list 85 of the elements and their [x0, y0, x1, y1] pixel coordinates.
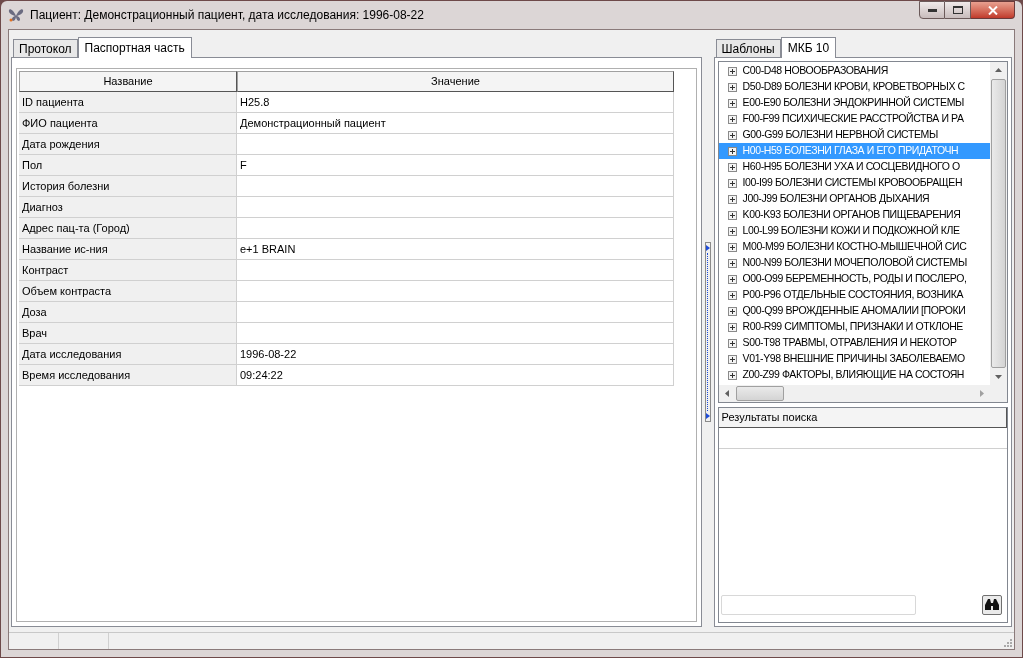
- expand-icon[interactable]: [727, 98, 737, 108]
- minimize-icon: [927, 8, 937, 12]
- close-button[interactable]: [971, 1, 1015, 19]
- table-cell: Демонстрационный пациент: [237, 113, 674, 134]
- row-label: Дата рождения: [19, 134, 237, 155]
- arrow-right-icon: [705, 244, 710, 251]
- row-label: Контраст: [19, 260, 237, 281]
- expand-icon[interactable]: [727, 338, 737, 348]
- tree-item[interactable]: Q00-Q99 ВРОЖДЕННЫЕ АНОМАЛИИ [ПОРОКИ: [718, 303, 990, 319]
- horizontal-scrollbar[interactable]: [718, 385, 1007, 402]
- expand-icon[interactable]: [727, 354, 737, 364]
- tree-item[interactable]: V01-Y98 ВНЕШНИЕ ПРИЧИНЫ ЗАБОЛЕВАЕМО: [718, 351, 990, 367]
- tree-item[interactable]: C00-D48 НОВООБРАЗОВАНИЯ: [718, 63, 990, 79]
- arrow-right-icon: [705, 412, 710, 419]
- expand-icon[interactable]: [727, 306, 737, 316]
- expand-icon[interactable]: [727, 82, 737, 92]
- row-label: ID пациента: [19, 92, 237, 113]
- tree-item[interactable]: G00-G99 БОЛЕЗНИ НЕРВНОЙ СИСТЕМЫ: [718, 127, 990, 143]
- expand-icon[interactable]: [727, 242, 737, 252]
- tree-item[interactable]: O00-O99 БЕРЕМЕННОСТЬ, РОДЫ И ПОСЛЕРО,: [718, 271, 990, 287]
- binoculars-icon: [984, 598, 1000, 612]
- search-field[interactable]: [720, 595, 916, 615]
- row-label: Дата исследования: [19, 344, 237, 365]
- tree-item[interactable]: N00-N99 БОЛЕЗНИ МОЧЕПОЛОВОЙ СИСТЕМЫ: [718, 255, 990, 271]
- table-cell: e+1 BRAIN: [237, 239, 674, 260]
- expand-icon[interactable]: [727, 322, 737, 332]
- tab[interactable]: МКБ 10: [780, 37, 837, 58]
- maximize-button[interactable]: [945, 1, 971, 19]
- expand-icon[interactable]: [727, 162, 737, 172]
- row-label: Объем контраста: [19, 281, 237, 302]
- table-cell: F: [237, 155, 674, 176]
- expand-icon[interactable]: [727, 226, 737, 236]
- expand-icon[interactable]: [727, 66, 737, 76]
- expand-icon[interactable]: [727, 274, 737, 284]
- tree-item[interactable]: Z00-Z99 ФАКТОРЫ, ВЛИЯЮЩИЕ НА СОСТОЯН: [718, 367, 990, 383]
- expand-icon[interactable]: [727, 370, 737, 380]
- table-cell: 09:24:22: [237, 365, 674, 386]
- search-button[interactable]: [982, 595, 1002, 615]
- row-label: Название ис-ния: [19, 239, 237, 260]
- tree-item[interactable]: M00-M99 БОЛЕЗНИ КОСТНО-МЫШЕЧНОЙ СИС: [718, 239, 990, 255]
- tree-item[interactable]: H60-H95 БОЛЕЗНИ УХА И СОСЦЕВИДНОГО О: [718, 159, 990, 175]
- expand-icon[interactable]: [727, 178, 737, 188]
- column-header[interactable]: Значение: [237, 71, 674, 92]
- tree-item[interactable]: R00-R99 СИМПТОМЫ, ПРИЗНАКИ И ОТКЛОНЕ: [718, 319, 990, 335]
- tab[interactable]: Протокол: [13, 39, 78, 57]
- close-icon: [987, 5, 998, 15]
- scrollbar-thumb[interactable]: [991, 79, 1006, 368]
- tree-item[interactable]: L00-L99 БОЛЕЗНИ КОЖИ И ПОДКОЖНОЙ КЛЕ: [718, 223, 990, 239]
- expand-icon[interactable]: [727, 130, 737, 140]
- maximize-icon: [952, 6, 963, 14]
- tree-item[interactable]: F00-F99 ПСИХИЧЕСКИЕ РАССТРОЙСТВА И РА: [718, 111, 990, 127]
- row-label: История болезни: [19, 176, 237, 197]
- scrollbar-thumb[interactable]: [735, 386, 784, 401]
- resize-grip-icon[interactable]: [1002, 637, 1012, 647]
- row-label: Время исследования: [19, 365, 237, 386]
- tree-item[interactable]: J00-J99 БОЛЕЗНИ ОРГАНОВ ДЫХАНИЯ: [718, 191, 990, 207]
- tree-item[interactable]: I00-I99 БОЛЕЗНИ СИСТЕМЫ КРОВООБРАЩЕН: [718, 175, 990, 191]
- tree-item[interactable]: S00-T98 ТРАВМЫ, ОТРАВЛЕНИЯ И НЕКОТОР: [718, 335, 990, 351]
- expand-icon[interactable]: [727, 146, 737, 156]
- expand-icon[interactable]: [727, 258, 737, 268]
- expand-icon[interactable]: [727, 114, 737, 124]
- row-label: Доза: [19, 302, 237, 323]
- tree-item[interactable]: P00-P96 ОТДЕЛЬНЫЕ СОСТОЯНИЯ, ВОЗНИКА: [718, 287, 990, 303]
- table-cell: 1996-08-22: [237, 344, 674, 365]
- row-label: Пол: [19, 155, 237, 176]
- expand-icon[interactable]: [727, 290, 737, 300]
- expand-icon[interactable]: [727, 210, 737, 220]
- row-label: Адрес пац-та (Город): [19, 218, 237, 239]
- column-header[interactable]: Результаты поиска: [718, 408, 1007, 428]
- splitter-handle[interactable]: [704, 241, 711, 422]
- row-label: ФИО пациента: [19, 113, 237, 134]
- table-cell: H25.8: [237, 92, 674, 113]
- tab[interactable]: Паспортная часть: [77, 37, 192, 58]
- tab[interactable]: Шаблоны: [715, 39, 781, 57]
- butterfly-icon: [8, 8, 24, 22]
- column-header[interactable]: Название: [19, 71, 237, 92]
- tree-item[interactable]: D50-D89 БОЛЕЗНИ КРОВИ, КРОВЕТВОРНЫХ С: [718, 79, 990, 95]
- expand-icon[interactable]: [727, 194, 737, 204]
- window-title: Пациент: Демонстрационный пациент, дата исследования: 1996-08-22: [30, 7, 424, 24]
- row-label: Врач: [19, 323, 237, 344]
- row-label: Диагноз: [19, 197, 237, 218]
- minimize-button[interactable]: [919, 1, 945, 19]
- tree-item[interactable]: K00-K93 БОЛЕЗНИ ОРГАНОВ ПИЩЕВАРЕНИЯ: [718, 207, 990, 223]
- vertical-scrollbar[interactable]: [990, 62, 1007, 385]
- tree-item[interactable]: E00-E90 БОЛЕЗНИ ЭНДОКРИННОЙ СИСТЕМЫ: [718, 95, 990, 111]
